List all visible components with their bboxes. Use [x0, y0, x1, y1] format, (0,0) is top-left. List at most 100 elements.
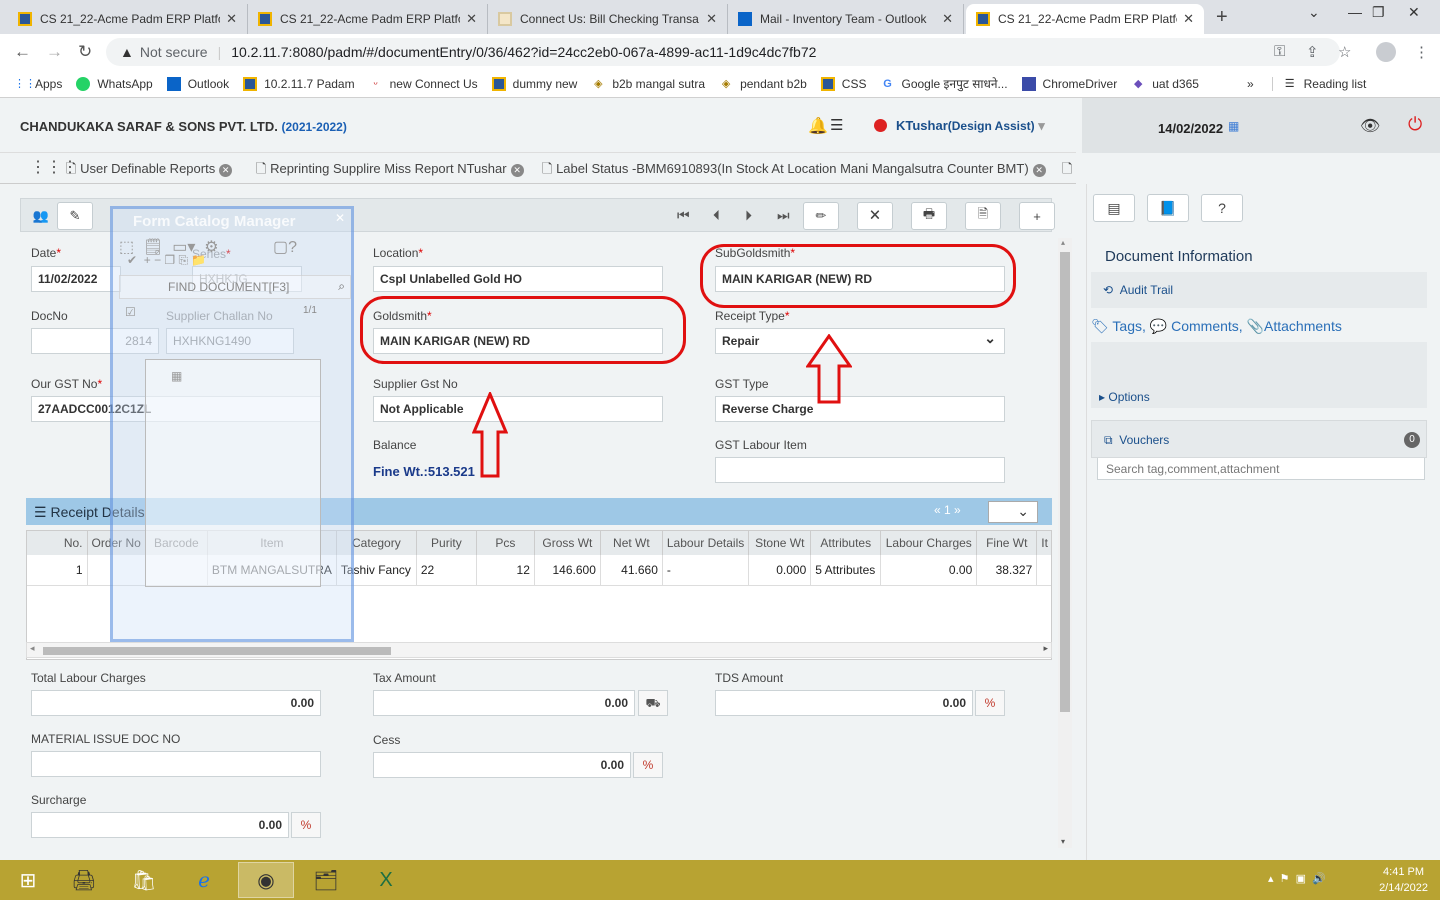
form-catalog-overlay[interactable]: Form Catalog Manager ✕ ⬚ 🗒 ▭▾ ⚙ ▢? FIND … [110, 206, 354, 642]
supplier-gst-field[interactable]: Not Applicable [373, 396, 663, 422]
help-icon[interactable]: ? [1201, 194, 1243, 222]
vouchers-link[interactable]: ⧉ Vouchers [1104, 433, 1169, 448]
book-icon[interactable]: 📘 [1147, 194, 1189, 222]
surcharge-field[interactable]: 0.00 [31, 812, 289, 838]
overlay-menu-icon[interactable]: ✔ + − ❐ ⎘ 📁 [127, 253, 206, 268]
bookmark-uat[interactable]: ◆ uat d365 [1131, 77, 1199, 91]
browser-tab[interactable]: CS 21_22-Acme Padm ERP Platfo ✕ [8, 4, 248, 34]
next-record-icon[interactable]: ⏵ [745, 207, 752, 224]
page-size-select[interactable] [988, 501, 1038, 523]
browser-tab[interactable]: Mail - Inventory Team - Outlook ✕ [728, 4, 964, 34]
table-cell[interactable]: - [662, 555, 750, 586]
doc-tab[interactable]: 🗋 Label Status -BMM6910893(In Stock At L… [542, 160, 1046, 182]
first-record-icon[interactable]: ⏮ [677, 207, 690, 224]
close-icon[interactable]: ✕ [226, 11, 237, 27]
edit-button[interactable]: ✎ [57, 202, 93, 230]
vertical-scrollbar[interactable]: ▴ ▾ [1058, 238, 1072, 848]
doc-tab[interactable]: 🗋 Reprinting Supplire Miss Report NTusha… [256, 160, 524, 182]
location-field[interactable]: Cspl Unlabelled Gold HO [373, 266, 663, 292]
back-icon[interactable]: ← [14, 42, 31, 62]
surcharge-percent[interactable]: % [291, 812, 321, 838]
bookmark-outlook[interactable]: Outlook [166, 76, 229, 91]
checkbox[interactable]: ☑ [125, 305, 136, 319]
column-header[interactable]: Labour Charges [880, 531, 978, 555]
user-menu[interactable]: KTushar(Design Assist) ▾ [896, 118, 1045, 134]
url-field[interactable]: ▲ Not secure | 10.2.11.7:8080/padm/#/doc… [106, 38, 1340, 66]
bookmark-google[interactable]: G Google इनपुट साधने... [880, 75, 1007, 92]
reading-list[interactable]: ☰ Reading list [1271, 76, 1366, 91]
system-clock[interactable]: 4:41 PM 2/14/2022 [1379, 864, 1428, 896]
column-header[interactable]: Pcs [476, 531, 535, 555]
bookmark-b2b[interactable]: ◈ b2b mangal sutra [591, 77, 705, 91]
labour-field[interactable]: 0.00 [31, 690, 321, 716]
calculator-icon[interactable]: ⛟ [638, 690, 668, 716]
browser-tab[interactable]: CS 21_22-Acme Padm ERP Platfo ✕ [248, 4, 488, 34]
bookmark-padam[interactable]: 10.2.11.7 Padam [243, 76, 355, 91]
browser-tab[interactable]: Connect Us: Bill Checking Transa ✕ [488, 4, 728, 34]
star-icon[interactable]: ☆ [1338, 43, 1351, 61]
tags-comments-attachments[interactable]: 🏷 Tags, 💬 Comments, 📎Attachments [1091, 318, 1342, 335]
close-icon[interactable]: ✕ [706, 11, 717, 27]
table-cell[interactable]: 5 Attributes [810, 555, 882, 586]
tab-search-icon[interactable]: ⌄ [1308, 4, 1320, 21]
audit-trail-link[interactable]: ⟲ Audit Trail [1103, 283, 1173, 297]
bookmark-connect[interactable]: ᵕ new Connect Us [369, 77, 478, 91]
column-header[interactable]: Stone Wt [748, 531, 812, 555]
table-cell[interactable]: 0.000 [748, 555, 812, 586]
column-header[interactable]: Attributes [810, 531, 882, 555]
cess-percent[interactable]: % [633, 752, 663, 778]
column-header[interactable]: Purity [416, 531, 477, 555]
browser-tab-active[interactable]: CS 21_22-Acme Padm ERP Platfo ✕ [966, 4, 1204, 34]
close-icon[interactable]: ✕ [335, 211, 345, 225]
eye-slash-icon[interactable]: 👁 [1360, 116, 1380, 136]
column-header[interactable]: Fine Wt [976, 531, 1038, 555]
scroll-thumb[interactable] [1060, 252, 1070, 712]
bell-icon[interactable]: 🔔 [808, 116, 828, 136]
table-cell[interactable]: 41.660 [600, 555, 663, 586]
forward-icon[interactable]: → [46, 42, 63, 62]
chrome-app-icon[interactable]: ◉ [238, 862, 294, 898]
add-button[interactable]: + [1019, 202, 1055, 230]
table-cell[interactable]: 146.600 [534, 555, 601, 586]
cess-field[interactable]: 0.00 [373, 752, 631, 778]
tds-percent[interactable]: % [975, 690, 1005, 716]
share-icon[interactable]: ⇪ [1306, 43, 1319, 61]
vouchers-row[interactable]: ⧉ Vouchers 0 [1091, 420, 1427, 458]
start-button-icon[interactable]: ⊞ [0, 862, 56, 898]
restore-icon[interactable]: ❐ [1372, 4, 1385, 21]
list-icon[interactable]: ☰ [830, 116, 843, 134]
overlay-search[interactable]: FIND DOCUMENT[F3] [119, 275, 351, 299]
tds-field[interactable]: 0.00 [715, 690, 973, 716]
close-icon[interactable]: ✕ [942, 11, 953, 27]
column-header[interactable]: Net Wt [600, 531, 663, 555]
table-cell[interactable]: 1 [27, 555, 88, 586]
table-cell[interactable] [1036, 555, 1051, 586]
calendar-icon[interactable]: ▦ [1228, 119, 1239, 133]
grid-pager[interactable]: « 1 » [934, 503, 961, 517]
audit-row[interactable]: ⟲ Audit Trail [1091, 272, 1427, 308]
table-cell[interactable]: 12 [476, 555, 535, 586]
prev-record-icon[interactable]: ⏴ [713, 207, 720, 224]
bookmark-apps[interactable]: ⋮⋮ Apps [14, 77, 62, 91]
receipt-type-select[interactable]: Repair [715, 328, 1005, 354]
doc-tab[interactable]: 🗋 [1062, 160, 1072, 182]
date-field[interactable]: 11/02/2022 [31, 266, 121, 292]
scanner-app-icon[interactable]: 🖨 [56, 862, 112, 898]
bookmark-chromedriver[interactable]: ChromeDriver [1021, 76, 1117, 91]
power-icon[interactable]: ⏻ [1408, 114, 1422, 135]
bookmark-pendant[interactable]: ◈ pendant b2b [719, 77, 807, 91]
horizontal-scrollbar[interactable]: ◂ ▸ [26, 642, 1052, 658]
bookmark-whatsapp[interactable]: WhatsApp [76, 76, 153, 91]
last-record-icon[interactable]: ⏭ [777, 207, 790, 224]
key-icon[interactable]: ⚿ [1274, 43, 1285, 60]
doc-tab[interactable]: 🗋 User Definable Reports ✕ [66, 160, 233, 182]
calendar-icon[interactable]: ▦ [171, 369, 182, 383]
overlay-list[interactable] [145, 359, 321, 587]
column-header[interactable]: Labour Details [662, 531, 750, 555]
search-icon[interactable]: ⌕ [338, 279, 345, 294]
column-header[interactable]: Gross Wt [534, 531, 601, 555]
reload-icon[interactable]: ↻ [78, 42, 92, 62]
new-tab-icon[interactable]: + [1216, 6, 1228, 29]
table-cell[interactable]: 0.00 [880, 555, 978, 586]
file-explorer-icon[interactable]: 🗂 [298, 862, 354, 898]
